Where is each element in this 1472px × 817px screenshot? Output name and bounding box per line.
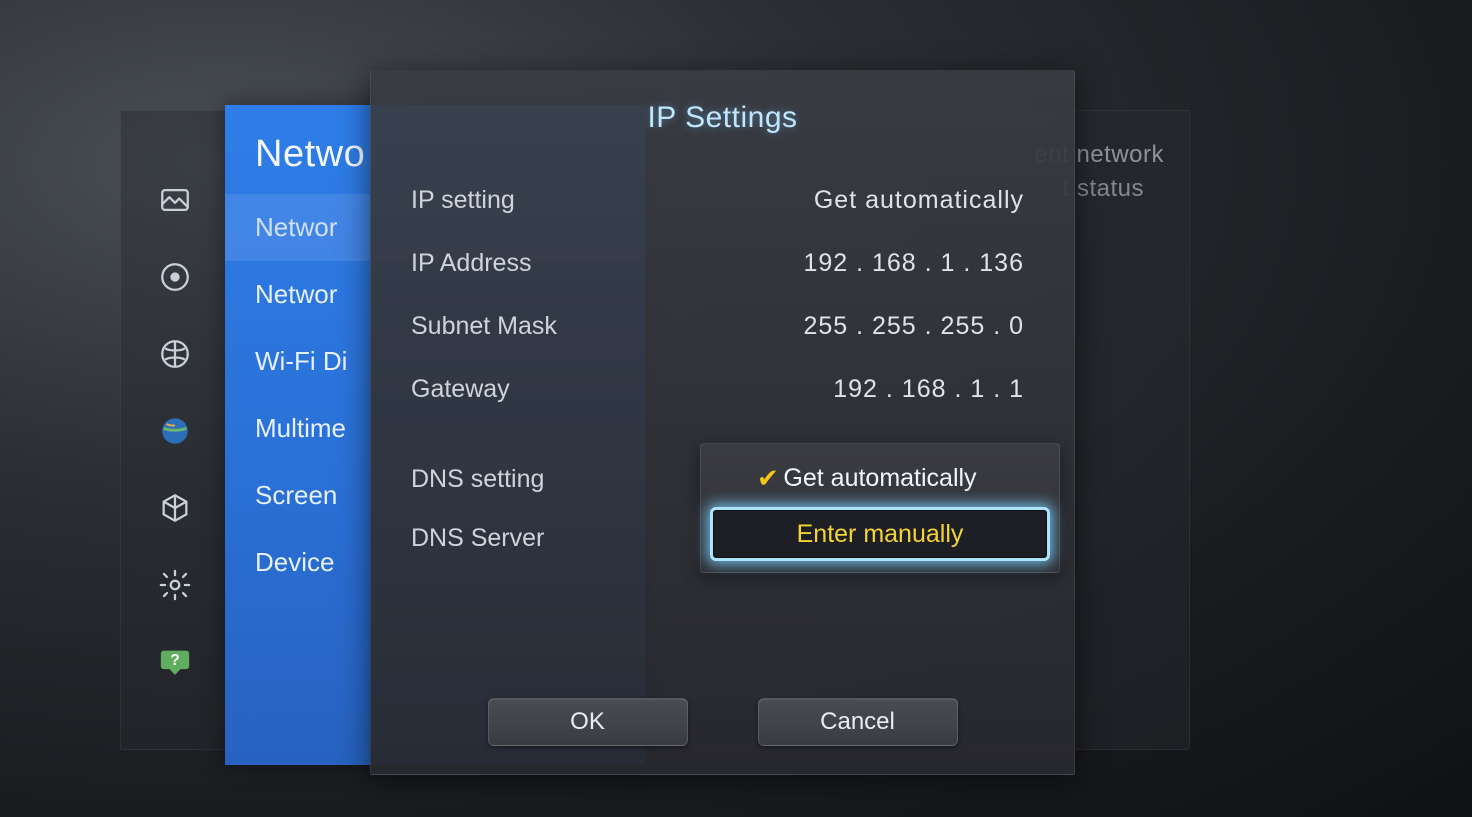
settings-icon[interactable] [155, 565, 195, 605]
dropdown-option-auto[interactable]: ✔ Get automatically [713, 454, 1047, 502]
dropdown-option-manual[interactable]: Enter manually [713, 510, 1047, 558]
row-label: Subnet Mask [411, 312, 557, 341]
row-gateway[interactable]: Gateway 192 . 168 . 1 . 1 [371, 358, 1074, 421]
ip-settings-rows: IP setting Get automatically IP Address … [371, 169, 1074, 421]
dropdown-option-label: Enter manually [797, 520, 964, 549]
row-label: IP Address [411, 249, 531, 278]
dns-setting-dropdown: ✔ Get automatically Enter manually [700, 443, 1060, 573]
row-ip-address[interactable]: IP Address 192 . 168 . 1 . 136 [371, 232, 1074, 295]
dialog-title: IP Settings [371, 71, 1074, 135]
ok-button[interactable]: OK [488, 698, 688, 746]
row-value: 255 . 255 . 255 . 0 [803, 312, 1024, 341]
sound-icon[interactable] [155, 257, 195, 297]
row-value: 192 . 168 . 1 . 1 [833, 375, 1024, 404]
dialog-button-row: OK Cancel [371, 698, 1074, 746]
check-icon: ✔ [757, 463, 779, 494]
smart-hub-icon[interactable] [155, 488, 195, 528]
dropdown-option-label: Get automatically [783, 464, 976, 493]
dns-section: DNS setting DNS Server ✔ Get automatical… [371, 443, 1074, 565]
picture-icon[interactable] [155, 180, 195, 220]
svg-text:?: ? [170, 652, 180, 669]
row-value: Get automatically [814, 186, 1024, 215]
network-icon[interactable] [155, 411, 195, 451]
cancel-button[interactable]: Cancel [758, 698, 958, 746]
support-icon[interactable]: ? [155, 642, 195, 682]
row-value: 192 . 168 . 1 . 136 [803, 249, 1024, 278]
category-icon-strip: ? [155, 180, 195, 682]
row-label: Gateway [411, 375, 510, 404]
row-ip-setting[interactable]: IP setting Get automatically [371, 169, 1074, 232]
broadcast-icon[interactable] [155, 334, 195, 374]
row-label: IP setting [411, 186, 515, 215]
row-subnet-mask[interactable]: Subnet Mask 255 . 255 . 255 . 0 [371, 295, 1074, 358]
ip-settings-dialog: IP Settings IP setting Get automatically… [370, 70, 1075, 775]
